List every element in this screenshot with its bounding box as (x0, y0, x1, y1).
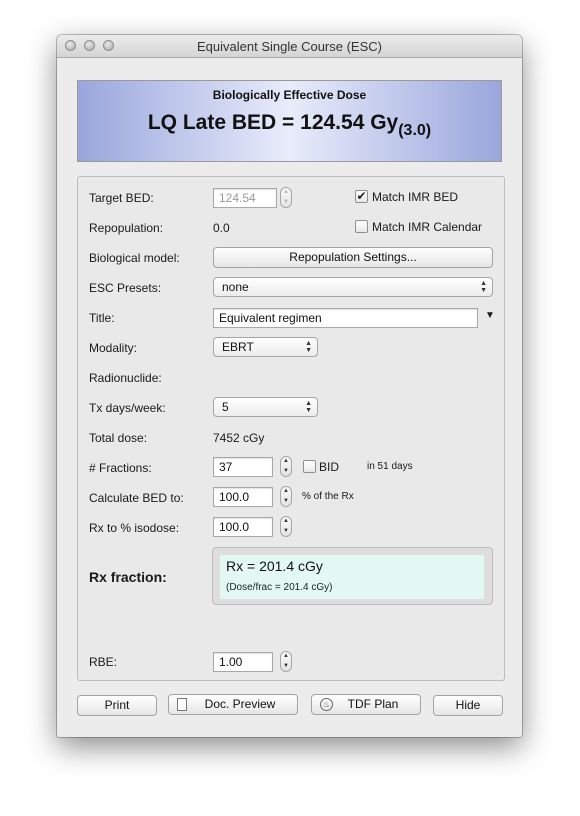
rx-fraction-panel: Rx = 201.4 cGy (Dose/frac = 201.4 cGy) (212, 547, 493, 605)
repopulation-value: 0.0 (213, 221, 230, 235)
hide-button[interactable]: Hide (433, 695, 503, 716)
total-dose-value: 7452 cGy (213, 431, 265, 445)
calc-bed-suffix: % of the Rx (302, 491, 354, 502)
fractions-label: # Fractions: (89, 461, 152, 475)
fractions-field[interactable] (213, 457, 273, 477)
fractions-stepper[interactable]: ▲ ▼ (280, 456, 292, 477)
rx-fraction-value: Rx = 201.4 cGy (226, 558, 323, 574)
doc-preview-label: Doc. Preview (204, 697, 276, 711)
stepper-up-icon: ▲ (283, 458, 289, 464)
modality-value: EBRT (222, 340, 254, 354)
target-bed-label: Target BED: (89, 191, 154, 205)
fraction-days-text: in 51 days (367, 461, 413, 472)
stepper-down-icon: ▼ (283, 528, 289, 534)
checkmark-icon: ✔ (356, 189, 367, 203)
rx-fraction-display: Rx = 201.4 cGy (Dose/frac = 201.4 cGy) (220, 555, 484, 599)
match-imr-calendar-checkbox[interactable] (355, 220, 368, 233)
match-imr-bed-label: Match IMR BED (372, 190, 459, 204)
rx-dose-per-fraction: (Dose/frac = 201.4 cGy) (226, 582, 333, 593)
tdf-plan-button[interactable]: ♨ TDF Plan (311, 694, 421, 715)
rbe-field[interactable] (213, 652, 273, 672)
radionuclide-label: Radionuclide: (89, 371, 162, 385)
esc-presets-popup[interactable]: none ▲ ▼ (213, 277, 493, 297)
calc-bed-field[interactable] (213, 487, 273, 507)
esc-presets-label: ESC Presets: (89, 281, 162, 295)
match-imr-bed-checkbox[interactable]: ✔ (355, 190, 368, 203)
bid-checkbox[interactable] (303, 460, 316, 473)
document-icon (177, 698, 187, 711)
esc-window: Equivalent Single Course (ESC) Biologica… (57, 35, 522, 737)
title-field[interactable] (213, 308, 478, 328)
stepper-up-icon: ▲ (283, 518, 289, 524)
total-dose-label: Total dose: (89, 431, 148, 445)
rbe-label: RBE: (89, 655, 118, 669)
repopulation-settings-button[interactable]: Repopulation Settings... (213, 247, 493, 268)
stepper-down-icon: ▼ (283, 199, 289, 205)
target-bed-stepper[interactable]: ▲ ▼ (280, 187, 292, 208)
print-button[interactable]: Print (77, 695, 157, 716)
stepper-up-icon: ▲ (283, 488, 289, 494)
stepper-down-icon: ▼ (283, 468, 289, 474)
bed-subtitle: Biologically Effective Dose (212, 88, 367, 102)
bed-alpha-beta: (3.0) (398, 122, 432, 139)
window-title: Equivalent Single Course (ESC) (197, 39, 382, 54)
bed-banner: Biologically Effective Dose LQ Late BED … (77, 80, 502, 162)
stepper-up-icon: ▲ (283, 189, 289, 195)
bed-value: LQ Late BED = 124.54 Gy(3.0) (78, 111, 501, 140)
rx-isodose-field[interactable] (213, 517, 273, 537)
rx-isodose-label: Rx to % isodose: (89, 521, 180, 535)
rx-fraction-label: Rx fraction: (89, 569, 167, 585)
title-label: Title: (89, 311, 115, 325)
updown-arrows-icon: ▲ ▼ (480, 280, 487, 294)
doc-preview-button[interactable]: Doc. Preview (168, 694, 298, 715)
rx-isodose-stepper[interactable]: ▲ ▼ (280, 516, 292, 537)
tx-days-value: 5 (222, 400, 229, 414)
stepper-up-icon: ▲ (283, 653, 289, 659)
title-menu-icon[interactable]: ▼ (485, 310, 495, 321)
stepper-down-icon: ▼ (283, 663, 289, 669)
tx-days-label: Tx days/week: (89, 401, 166, 415)
rbe-stepper[interactable]: ▲ ▼ (280, 651, 292, 672)
tx-days-popup[interactable]: 5 ▲ ▼ (213, 397, 318, 417)
match-imr-calendar-label: Match IMR Calendar (372, 220, 483, 234)
bid-label: BID (319, 460, 340, 474)
modality-label: Modality: (89, 341, 138, 355)
calc-bed-stepper[interactable]: ▲ ▼ (280, 486, 292, 507)
stepper-down-icon: ▼ (283, 498, 289, 504)
bed-value-text: LQ Late BED = 124.54 Gy (147, 111, 399, 134)
updown-arrows-icon: ▲ ▼ (305, 340, 312, 354)
tdf-plan-icon: ♨ (320, 698, 333, 711)
updown-arrows-icon: ▲ ▼ (305, 400, 312, 414)
calc-bed-label: Calculate BED to: (89, 491, 184, 505)
title-bar: Equivalent Single Course (ESC) (57, 35, 522, 58)
tdf-plan-label: TDF Plan (347, 697, 399, 711)
esc-presets-value: none (222, 280, 249, 294)
repopulation-label: Repopulation: (89, 221, 164, 235)
bio-model-label: Biological model: (89, 251, 180, 265)
modality-popup[interactable]: EBRT ▲ ▼ (213, 337, 318, 357)
target-bed-field[interactable] (213, 188, 277, 208)
